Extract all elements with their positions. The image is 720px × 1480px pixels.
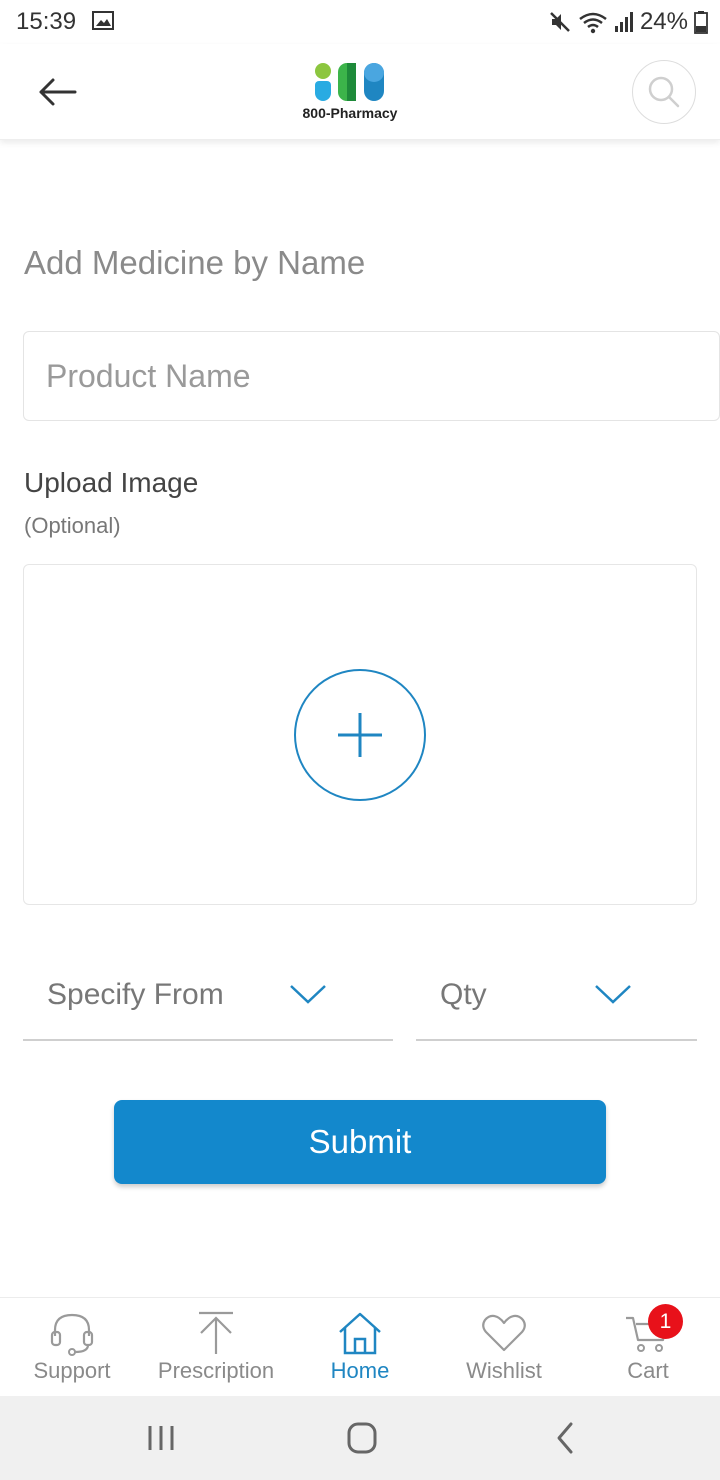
mute-icon [550, 12, 570, 32]
battery-icon [694, 11, 708, 34]
gallery-notification-icon [92, 11, 114, 30]
nav-label-wishlist: Wishlist [466, 1358, 542, 1383]
recent-apps-icon[interactable] [142, 1418, 182, 1458]
back-system-icon[interactable] [545, 1418, 585, 1458]
pharmacy-logo: 800-Pharmacy [290, 58, 410, 128]
back-button[interactable] [30, 68, 84, 116]
nav-label-cart: Cart [627, 1358, 669, 1383]
cart-count-badge: 1 [648, 1304, 683, 1339]
status-time: 15:39 [16, 8, 77, 35]
upload-image-area[interactable] [23, 564, 697, 905]
app-header: 800-Pharmacy [0, 44, 720, 140]
nav-item-wishlist[interactable]: Wishlist [432, 1298, 576, 1397]
heart-icon [482, 1314, 526, 1352]
logo-mark-icon [315, 63, 384, 101]
chevron-down-icon [595, 985, 631, 1004]
submit-button[interactable]: Submit [114, 1100, 606, 1184]
qty-select[interactable]: Qty [416, 962, 697, 1041]
nav-item-prescription[interactable]: Prescription [144, 1298, 288, 1397]
headset-icon [50, 1313, 94, 1356]
specify-from-label: Specify From [47, 978, 224, 1011]
back-arrow-icon [39, 78, 77, 106]
bottom-nav: Support Prescription Home Wishlist Cart [0, 1297, 720, 1396]
page-title: Add Medicine by Name [24, 244, 366, 281]
status-bar: 15:39 24% [0, 0, 720, 44]
upload-arrow-icon [199, 1311, 233, 1354]
status-right: 24% [548, 8, 708, 36]
specify-from-select[interactable]: Specify From [23, 962, 393, 1041]
wifi-icon [579, 12, 607, 34]
qty-label: Qty [440, 978, 487, 1011]
chevron-down-icon [290, 985, 326, 1004]
home-system-icon[interactable] [342, 1418, 382, 1458]
add-image-button[interactable] [294, 669, 426, 801]
product-name-input[interactable] [23, 331, 720, 421]
plus-icon [338, 713, 382, 757]
search-button[interactable] [632, 60, 696, 124]
nav-label-home: Home [330, 1358, 390, 1383]
home-icon [339, 1312, 381, 1355]
upload-optional-label: (Optional) [24, 513, 121, 538]
system-nav-bar [0, 1396, 720, 1480]
nav-item-home[interactable]: Home [288, 1298, 432, 1397]
search-icon [648, 76, 680, 108]
nav-item-support[interactable]: Support [0, 1298, 144, 1397]
logo-text: 800-Pharmacy [302, 105, 398, 121]
upload-image-label: Upload Image [24, 467, 199, 498]
nav-label-support: Support [33, 1358, 111, 1383]
nav-item-cart[interactable]: Cart [576, 1298, 720, 1397]
nav-label-prescription: Prescription [157, 1358, 275, 1383]
battery-percent: 24% [639, 8, 688, 35]
signal-icon [614, 12, 633, 32]
